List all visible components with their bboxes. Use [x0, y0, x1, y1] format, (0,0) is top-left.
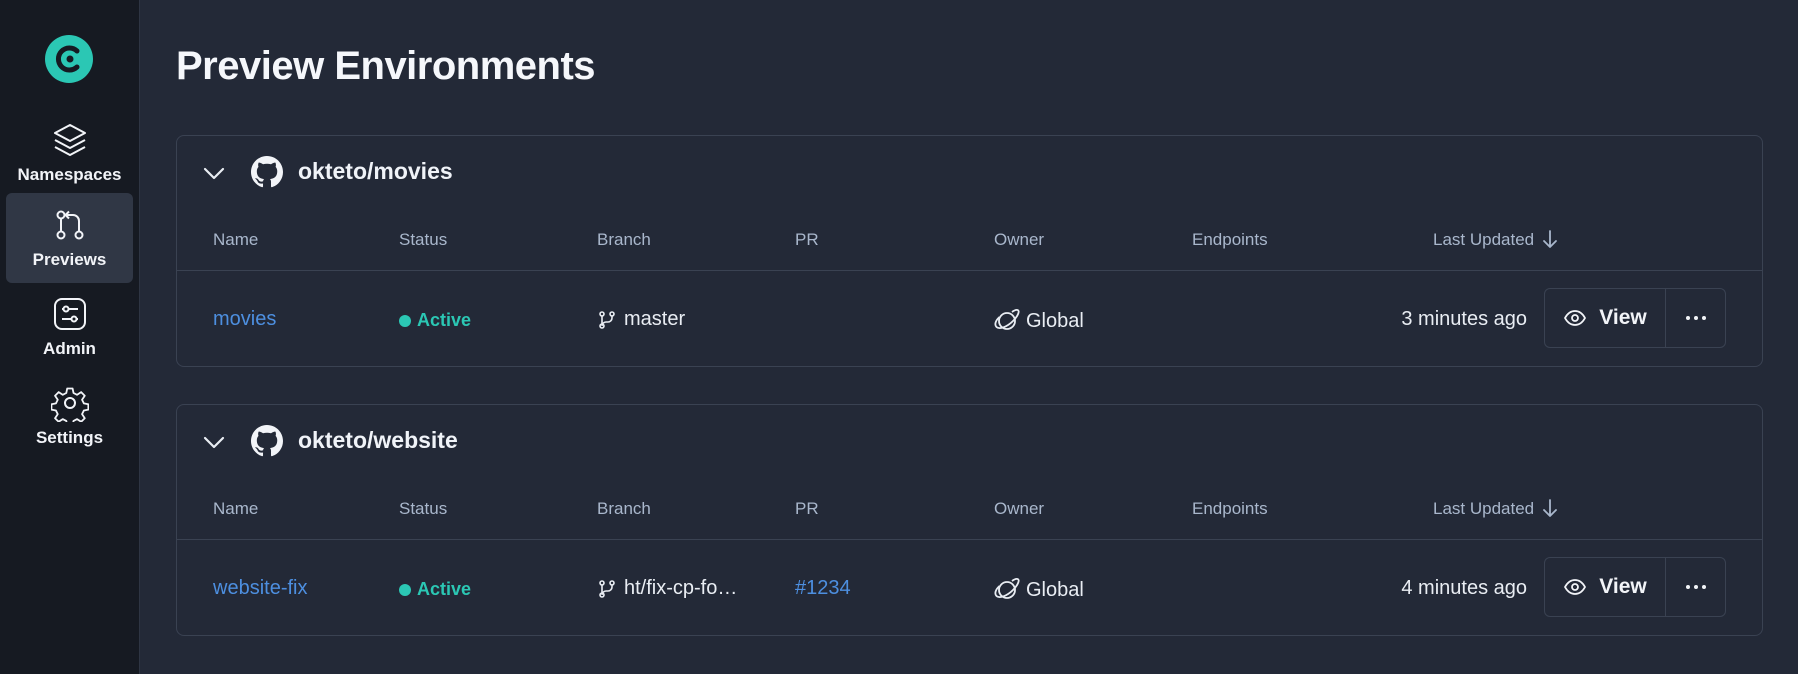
- sidebar-item-label: Previews: [32, 250, 107, 269]
- gear-icon: [50, 387, 89, 422]
- status-badge: Active: [399, 579, 471, 600]
- planet-icon: [994, 577, 1020, 599]
- eye-icon: [1564, 579, 1587, 595]
- github-icon: [251, 425, 283, 457]
- sidebar-item-label: Admin: [43, 339, 96, 358]
- owner-cell: Global: [994, 577, 1084, 603]
- status-label: Active: [417, 310, 472, 330]
- view-button[interactable]: View: [1545, 289, 1666, 347]
- repo-card: okteto/movies Name Status Branch PR Owne…: [176, 135, 1763, 367]
- branch-label: ht/fix-cp-fo…: [624, 577, 738, 599]
- branch-label: master: [624, 308, 686, 330]
- column-header-status: Status: [399, 499, 448, 518]
- git-pull-request-icon: [56, 210, 83, 240]
- sidebar-item-admin[interactable]: Admin: [6, 282, 133, 372]
- column-header-owner: Owner: [994, 499, 1045, 518]
- sidebar-item-label: Settings: [35, 428, 104, 447]
- repo-card: okteto/website Name Status Branch PR Own…: [176, 404, 1763, 636]
- branch-cell: master: [597, 308, 685, 331]
- main-content: Preview Environments okteto/movies Name …: [141, 0, 1798, 674]
- sidebar-item-label: Namespaces: [17, 165, 122, 184]
- branch-cell: ht/fix-cp-fo…: [597, 577, 737, 600]
- column-header-endpoints: Endpoints: [1192, 230, 1268, 249]
- column-header-name: Name: [213, 230, 259, 249]
- status-label: Active: [417, 579, 472, 599]
- repo-name[interactable]: okteto/movies: [298, 158, 453, 185]
- column-header-last-updated[interactable]: Last Updated: [1433, 230, 1534, 250]
- owner-label: Global: [1026, 578, 1084, 601]
- eye-icon: [1564, 310, 1587, 326]
- arrow-down-icon[interactable]: [1540, 497, 1560, 519]
- github-icon: [251, 156, 283, 188]
- sidebar-item-settings[interactable]: Settings: [6, 371, 133, 461]
- column-header-pr: PR: [795, 499, 819, 518]
- status-dot: [399, 314, 411, 327]
- column-header-name: Name: [213, 499, 259, 518]
- preview-name-link[interactable]: movies: [213, 308, 276, 331]
- view-button[interactable]: View: [1545, 558, 1666, 616]
- view-button-label: View: [1599, 575, 1647, 598]
- more-horizontal-icon: [1685, 316, 1706, 320]
- column-header-endpoints: Endpoints: [1192, 499, 1268, 518]
- okteto-logo-icon[interactable]: [44, 34, 94, 84]
- last-updated: 4 minutes ago: [1401, 577, 1527, 599]
- status-dot: [399, 583, 411, 596]
- last-updated: 3 minutes ago: [1401, 308, 1527, 330]
- git-branch-icon: [599, 579, 615, 598]
- view-button-label: View: [1599, 306, 1647, 329]
- column-header-last-updated[interactable]: Last Updated: [1433, 499, 1534, 519]
- sidebar-item-previews[interactable]: Previews: [6, 193, 133, 283]
- sidebar: Namespaces Previews Admin Settings: [0, 0, 140, 674]
- sliders-icon: [53, 298, 86, 330]
- row-actions: View: [1544, 557, 1726, 617]
- owner-cell: Global: [994, 308, 1084, 334]
- status-badge: Active: [399, 310, 471, 331]
- preview-name-link[interactable]: website-fix: [213, 577, 307, 600]
- row-actions: View: [1544, 288, 1726, 348]
- column-header-branch: Branch: [597, 499, 651, 518]
- pr-link[interactable]: #1234: [795, 577, 851, 600]
- more-options-button[interactable]: [1666, 558, 1725, 616]
- owner-label: Global: [1026, 309, 1084, 332]
- more-horizontal-icon: [1685, 585, 1706, 589]
- column-header-owner: Owner: [994, 230, 1045, 249]
- more-options-button[interactable]: [1666, 289, 1725, 347]
- planet-icon: [994, 308, 1020, 330]
- repo-name[interactable]: okteto/website: [298, 427, 458, 454]
- layers-icon: [53, 124, 86, 156]
- row-divider: [177, 539, 1762, 540]
- chevron-down-icon[interactable]: [201, 160, 227, 186]
- arrow-down-icon[interactable]: [1540, 228, 1560, 250]
- sidebar-item-namespaces[interactable]: Namespaces: [6, 108, 133, 198]
- column-header-status: Status: [399, 230, 448, 249]
- page-title: Preview Environments: [176, 44, 596, 88]
- column-header-pr: PR: [795, 230, 819, 249]
- git-branch-icon: [599, 310, 615, 329]
- row-divider: [177, 270, 1762, 271]
- chevron-down-icon[interactable]: [201, 429, 227, 455]
- column-header-branch: Branch: [597, 230, 651, 249]
